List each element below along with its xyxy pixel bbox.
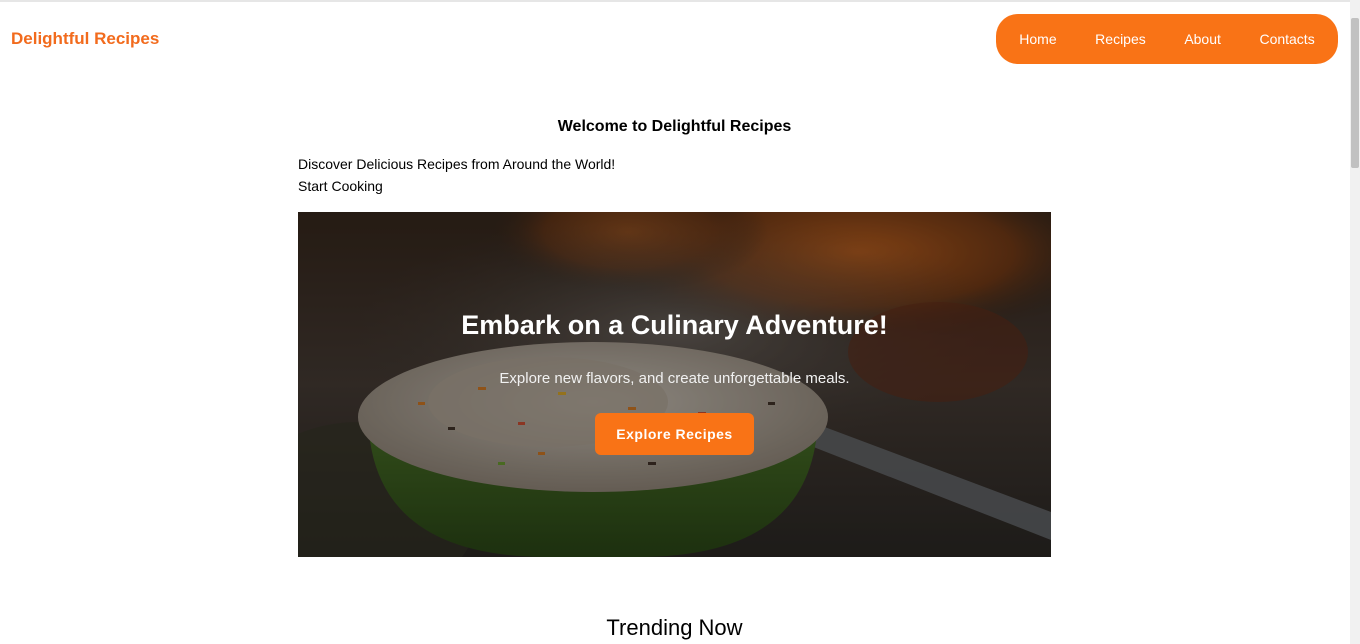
- main-nav: Home Recipes About Contacts: [996, 14, 1338, 64]
- nav-recipes-link[interactable]: Recipes: [1095, 31, 1146, 47]
- site-logo[interactable]: Delightful Recipes: [11, 29, 159, 49]
- scrollbar-thumb[interactable]: [1351, 18, 1359, 168]
- page-scrollbar[interactable]: [1350, 0, 1360, 644]
- tagline: Discover Delicious Recipes from Around t…: [298, 156, 616, 172]
- hero-title: Embark on a Culinary Adventure!: [461, 310, 888, 340]
- trending-heading: Trending Now: [606, 615, 743, 640]
- nav-about-link[interactable]: About: [1184, 31, 1221, 47]
- nav-home-link[interactable]: Home: [1019, 31, 1056, 47]
- start-cooking-text: Start Cooking: [298, 178, 383, 194]
- hero-subtitle: Explore new flavors, and create unforget…: [499, 370, 850, 387]
- explore-recipes-button[interactable]: Explore Recipes: [595, 413, 754, 455]
- hero-banner: Embark on a Culinary Adventure! Explore …: [298, 212, 1051, 557]
- nav-contacts-link[interactable]: Contacts: [1259, 31, 1314, 47]
- top-border: [0, 0, 1360, 2]
- page-title: Welcome to Delightful Recipes: [557, 118, 792, 135]
